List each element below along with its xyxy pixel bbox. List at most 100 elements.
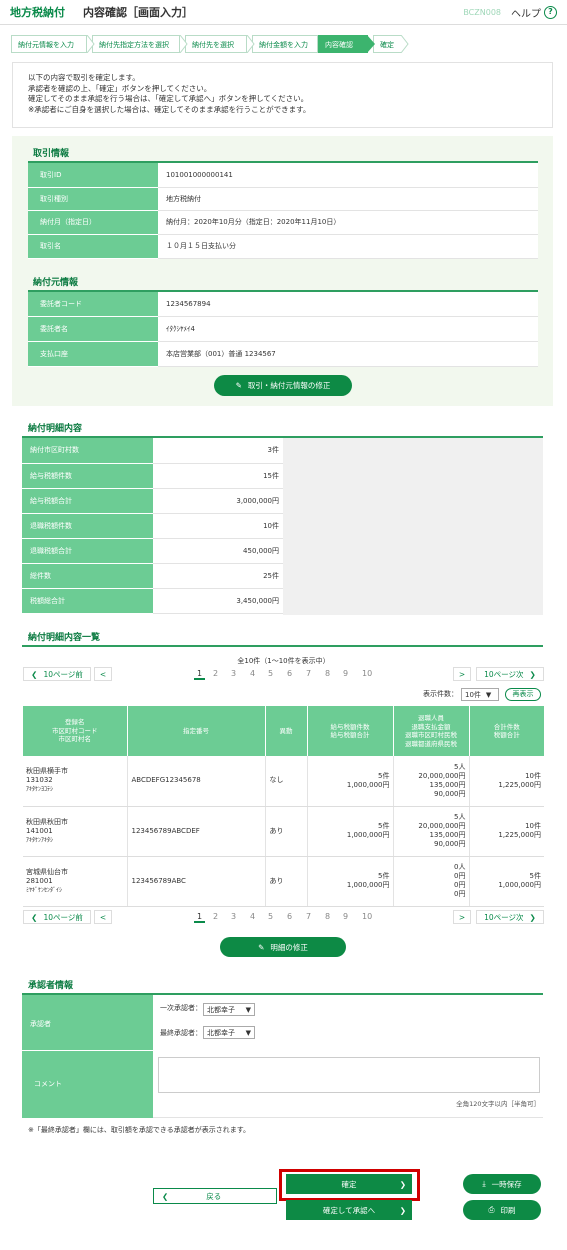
col-header-line: 異動	[279, 726, 293, 735]
page-2[interactable]: 2	[213, 669, 218, 678]
col-header-name: 登録名 市区町村コード 市区町村名	[23, 706, 128, 756]
value-consignor-name: ｲﾀｸｼﾔﾒｲ4	[158, 316, 538, 342]
page-4[interactable]: 4	[250, 669, 255, 678]
col-header-line: 退職市区町村民税	[405, 731, 457, 739]
salary-count: 5件	[378, 771, 390, 780]
label-transaction-type: 取引種別	[28, 187, 158, 211]
printer-icon: ⎙	[488, 1205, 495, 1214]
page-10[interactable]: 10	[362, 912, 372, 921]
back-label: 戻る	[206, 1191, 222, 1201]
final-approver-label: 最終承認者：	[160, 1029, 202, 1037]
label-salary-tax-count: 給与税額件数	[22, 463, 153, 489]
row-kana: ｱｷﾀｹﾝｱｷﾀｼ	[26, 836, 54, 844]
page-6[interactable]: 6	[287, 669, 292, 678]
retire-payment: 20,000,000円	[418, 822, 466, 830]
prev-10-pages-button-bottom[interactable]: ❮ 10ページ前	[23, 910, 91, 924]
salary-total: 1,000,000円	[346, 831, 390, 839]
edit-detail-button[interactable]: ✎ 明細の修正	[220, 937, 346, 957]
page-8[interactable]: 8	[325, 912, 330, 921]
retire-people: 0人	[454, 863, 466, 871]
page-1[interactable]: 1	[194, 669, 206, 680]
retire-people: 5人	[454, 813, 466, 821]
chevron-left-icon: <	[99, 912, 107, 922]
chevron-right-icon: >	[458, 912, 466, 922]
cell-name: 秋田県秋田市 141001 ｱｷﾀｹﾝｱｷﾀｼ	[23, 806, 128, 857]
page-5[interactable]: 5	[268, 912, 273, 921]
col-header-line: 退職都道府県民税	[405, 739, 457, 748]
back-button[interactable]: ❮ 戻る	[153, 1188, 277, 1204]
comment-label: コメント	[22, 1051, 153, 1118]
page-9[interactable]: 9	[343, 669, 348, 678]
comment-textarea[interactable]	[158, 1057, 540, 1093]
page-2[interactable]: 2	[213, 912, 218, 921]
page-1[interactable]: 1	[194, 912, 206, 923]
help-link[interactable]: ヘルプ?	[511, 5, 557, 20]
page-8[interactable]: 8	[325, 669, 330, 678]
row-code: 131032	[26, 776, 53, 785]
retire-pref-tax: 90,000円	[434, 840, 466, 848]
approver-label: 承認者	[22, 995, 153, 1050]
page-3[interactable]: 3	[231, 669, 236, 678]
info-message: 以下の内容で取引を確定します。 承認者を確認の上、「確定」ボタンを押してください…	[12, 62, 553, 128]
salary-total: 1,000,000円	[346, 881, 390, 889]
confirm-button[interactable]: 確定 ❯	[286, 1174, 412, 1194]
edit-transaction-button[interactable]: ✎ 取引・納付元情報の修正	[214, 375, 352, 396]
salary-count: 5件	[378, 822, 390, 830]
label-transaction-id: 取引ID	[28, 163, 158, 188]
total-count: 10件	[525, 822, 541, 830]
next-page-button-bottom[interactable]: >	[453, 910, 471, 924]
save-draft-button[interactable]: ⤓ 一時保存	[463, 1174, 541, 1194]
row-kana: ｱｷﾀｹﾝﾖｺﾃｼ	[26, 786, 54, 794]
confirm-approve-button[interactable]: 確定して承認へ ❯	[286, 1200, 412, 1220]
page-7[interactable]: 7	[306, 669, 311, 678]
page-7[interactable]: 7	[306, 912, 311, 921]
col-header-salary: 給与税額件数 給与税額合計	[307, 706, 394, 756]
value-consignor-code: 1234567894	[158, 292, 538, 317]
redisplay-button[interactable]: 再表示	[505, 688, 541, 701]
edit-transaction-label: 取引・納付元情報の修正	[247, 381, 331, 390]
prev-page-button[interactable]: <	[94, 667, 112, 681]
retire-city-tax: 135,000円	[429, 780, 466, 789]
first-approver-select[interactable]: 北都幸子 ▼	[203, 1003, 255, 1016]
page-4[interactable]: 4	[250, 912, 255, 921]
value-retirement-tax-count: 10件	[153, 513, 283, 539]
cell-number: ABCDEFG12345678	[127, 756, 266, 807]
label-account: 支払口座	[28, 341, 158, 367]
page-6[interactable]: 6	[287, 912, 292, 921]
value-total-count: 25件	[153, 563, 283, 589]
section-underline	[22, 645, 543, 647]
payment-detail-table: 納付市区町村数 3件 給与税額件数 15件 給与税額合計 3,000,000円 退職税…	[22, 438, 283, 614]
screen-code: BCZN008	[463, 7, 501, 17]
table-row: 秋田県秋田市 141001 ｱｷﾀｹﾝｱｷﾀｼ 123456789ABCDEF あり…	[23, 806, 544, 857]
final-approver-select[interactable]: 北都幸子 ▼	[203, 1026, 255, 1039]
label-retirement-tax-total: 退職税額合計	[22, 538, 153, 564]
value-grand-total: 3,450,000円	[153, 588, 283, 614]
next-page-button[interactable]: >	[453, 667, 471, 681]
step-arrow-icon	[367, 35, 375, 53]
step-2: 納付先指定方法を選択	[92, 35, 180, 53]
retire-pref-tax: 0円	[454, 890, 466, 898]
page-5[interactable]: 5	[268, 669, 273, 678]
print-button[interactable]: ⎙ 印刷	[463, 1200, 541, 1220]
value-retirement-tax-total: 450,000円	[153, 538, 283, 564]
payer-info-table: 委託者コード 1234567894 委託者名 ｲﾀｸｼﾔﾒｲ4 支払口座 本店営業部（…	[28, 292, 538, 367]
chevron-right-icon: ❯	[529, 669, 536, 679]
prev-page-button-bottom[interactable]: <	[94, 910, 112, 924]
next-10-pages-button[interactable]: 10ページ次 ❯	[476, 667, 544, 681]
page-10[interactable]: 10	[362, 669, 372, 678]
col-header-line: 登録名	[65, 718, 85, 727]
detail-empty-area	[283, 438, 543, 615]
next-10-pages-button-bottom[interactable]: 10ページ次 ❯	[476, 910, 544, 924]
row-name: 秋田県秋田市	[26, 817, 68, 826]
payment-detail-title: 納付明細内容	[28, 424, 83, 434]
col-header-line: 指定番号	[183, 726, 209, 735]
header-divider	[0, 24, 567, 25]
table-row: 秋田県横手市 131032 ｱｷﾀｹﾝﾖｺﾃｼ ABCDEFG12345678 なし…	[23, 756, 544, 807]
page-9[interactable]: 9	[343, 912, 348, 921]
per-page-value: 10件	[465, 690, 481, 699]
cell-total: 10件 1,225,000円	[469, 806, 544, 857]
page-3[interactable]: 3	[231, 912, 236, 921]
payer-info-title: 納付元情報	[33, 278, 79, 288]
per-page-select[interactable]: 10件 ▼	[461, 688, 499, 701]
prev-10-pages-button[interactable]: ❮ 10ページ前	[23, 667, 91, 681]
